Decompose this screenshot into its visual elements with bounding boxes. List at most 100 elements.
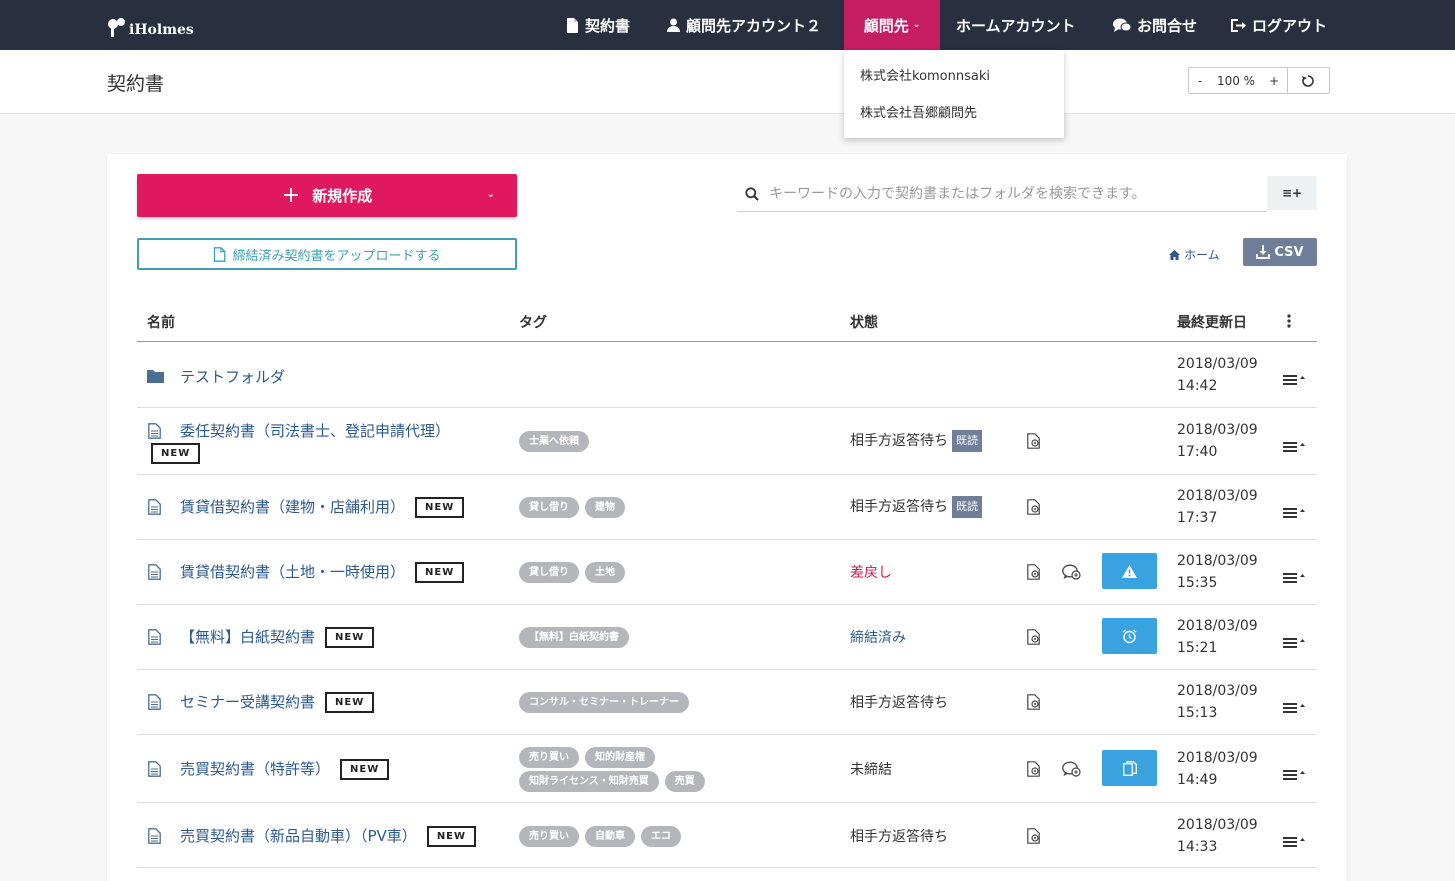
row-menu-icon[interactable]	[1283, 636, 1305, 652]
table-row[interactable]: 売買契約書（新品自動車）（PV車） NEW 売り買い 自動車 エコ 相手方返答待ち 2…	[137, 803, 1317, 868]
nav-home-account[interactable]: ホームアカウント	[956, 0, 1076, 50]
status: 相手方返答待ち	[850, 826, 948, 846]
nav-advisor-account[interactable]: 顧問先アカウント２	[667, 0, 821, 50]
comment-icon[interactable]	[1062, 564, 1081, 584]
breadcrumb-home[interactable]: ホーム	[1169, 246, 1220, 263]
tag[interactable]: コンサル・セミナー・トレーナー	[519, 692, 689, 713]
zoom-level: 100 %	[1216, 73, 1256, 88]
chevron-down-icon: ⌄	[912, 20, 921, 30]
row-menu-icon[interactable]	[1283, 373, 1305, 389]
tag-list: 売り買い 知的財産権 知財ライセンス・知財売買 売買	[519, 747, 819, 792]
row-menu-icon[interactable]	[1283, 701, 1305, 717]
contract-name-link[interactable]: 【無料】白紙契約書	[180, 628, 315, 646]
tag[interactable]: 貸し借り	[519, 497, 579, 518]
more-vertical-icon[interactable]	[1287, 314, 1291, 332]
reminder-button[interactable]	[1102, 618, 1157, 654]
nav-contracts[interactable]: 契約書	[566, 0, 630, 50]
column-status[interactable]: 状態	[850, 312, 878, 332]
nav-logout-label: ログアウト	[1252, 16, 1328, 35]
updated-date-time: 15:13	[1177, 705, 1218, 721]
row-menu-icon[interactable]	[1283, 571, 1305, 587]
updated-date-time: 15:21	[1177, 640, 1218, 656]
tag[interactable]: 貸し借り	[519, 562, 579, 583]
table-row[interactable]: 賃貸借契約書（土地・一時使用） NEW 貸し借り 土地 差戻し 2018/03/09…	[137, 540, 1317, 605]
nav-advisors-label: 顧問先	[863, 16, 909, 35]
zoom-out-button[interactable]: -	[1189, 74, 1211, 88]
tag[interactable]: 売り買い	[519, 826, 579, 847]
contract-name-link[interactable]: 売買契約書（新品自動車）（PV車）	[180, 827, 417, 845]
plus-icon: +	[281, 182, 301, 208]
app-logo[interactable]: iHolmes	[106, 10, 194, 38]
tag[interactable]: 建物	[585, 497, 625, 518]
contract-name-link[interactable]: セミナー受講契約書	[180, 693, 315, 711]
status-text: 差戻し	[850, 565, 892, 581]
new-badge: NEW	[340, 759, 390, 780]
advanced-search-button[interactable]: ≡+	[1267, 176, 1317, 210]
preview-icon[interactable]	[1027, 564, 1041, 584]
contract-name-row: セミナー受講契約書 NEW	[180, 691, 375, 713]
contract-name-link[interactable]: 賃貸借契約書（建物・店舗利用）	[180, 498, 405, 516]
upload-signed-button[interactable]: 締結済み契約書をアップロードする	[137, 238, 517, 270]
tag[interactable]: 自動車	[585, 826, 635, 847]
tag[interactable]: 土地	[585, 562, 625, 583]
zoom-in-button[interactable]: +	[1261, 74, 1287, 88]
row-menu-icon[interactable]	[1283, 506, 1305, 522]
new-badge: NEW	[325, 627, 375, 648]
status-text: 相手方返答待ち	[850, 829, 948, 845]
contract-name-link[interactable]: 売買契約書（特許等）	[180, 760, 330, 778]
tag[interactable]: 【無料】白紙契約書	[519, 627, 629, 648]
new-contract-button[interactable]: + 新規作成 ⌄	[137, 174, 517, 217]
table-row[interactable]: 賃貸借契約書（建物・店舗利用） NEW 貸し借り 建物 相手方返答待ち 既読 2018…	[137, 475, 1317, 540]
tag-list: コンサル・セミナー・トレーナー	[519, 692, 695, 713]
tag[interactable]: 売買	[664, 771, 705, 792]
logo-mark-icon	[108, 18, 125, 37]
contract-name-link[interactable]: 委任契約書（司法書士、登記申請代理）	[180, 420, 450, 441]
updated-date-day: 2018/03/09	[1177, 553, 1258, 569]
preview-icon[interactable]	[1027, 761, 1041, 781]
updated-date-day: 2018/03/09	[1177, 750, 1258, 766]
row-menu-icon[interactable]	[1283, 768, 1305, 784]
table-row[interactable]: 委任契約書（司法書士、登記申請代理） NEW 士業へ依頼 相手方返答待ち 既読 2…	[137, 408, 1317, 475]
folder-icon	[147, 369, 164, 387]
warning-button[interactable]	[1102, 553, 1157, 589]
tag[interactable]: 知財ライセンス・知財売買	[519, 771, 659, 792]
contract-name-row: 賃貸借契約書（土地・一時使用） NEW	[180, 561, 465, 583]
table-row[interactable]: セミナー受講契約書 NEW コンサル・セミナー・トレーナー 相手方返答待ち 201…	[137, 670, 1317, 735]
search-input[interactable]	[767, 185, 1257, 202]
zoom-reset-button[interactable]	[1287, 68, 1327, 93]
row-menu-icon[interactable]	[1283, 440, 1305, 456]
preview-icon[interactable]	[1027, 499, 1041, 519]
preview-icon[interactable]	[1027, 694, 1041, 714]
preview-icon[interactable]	[1027, 433, 1041, 453]
dropdown-item-agou[interactable]: 株式会社吾郷顧問先	[844, 95, 1064, 132]
csv-download-button[interactable]: CSV	[1243, 238, 1317, 266]
tag[interactable]: 売り買い	[519, 747, 579, 768]
copy-icon	[1122, 760, 1137, 776]
read-badge: 既読	[952, 430, 982, 452]
updated-date-day: 2018/03/09	[1177, 488, 1258, 504]
copy-button[interactable]	[1102, 750, 1157, 786]
tag[interactable]: エコ	[641, 826, 681, 847]
new-badge: NEW	[415, 497, 465, 518]
contract-name-row: 【無料】白紙契約書 NEW	[180, 626, 375, 648]
column-tags[interactable]: タグ	[519, 312, 547, 332]
tag-list: 貸し借り 土地	[519, 562, 631, 583]
comment-icon[interactable]	[1062, 761, 1081, 781]
preview-icon[interactable]	[1027, 828, 1041, 848]
tag[interactable]: 知的財産権	[585, 747, 655, 768]
folder-name-link[interactable]: テストフォルダ	[180, 366, 285, 387]
row-menu-icon[interactable]	[1283, 835, 1305, 851]
contract-name-link[interactable]: 賃貸借契約書（土地・一時使用）	[180, 563, 405, 581]
column-updated[interactable]: 最終更新日	[1177, 312, 1247, 332]
table-row[interactable]: 売買契約書（特許等） NEW 売り買い 知的財産権 知財ライセンス・知財売買 売買 未…	[137, 735, 1317, 803]
preview-icon[interactable]	[1027, 629, 1041, 649]
dropdown-item-komonnsaki[interactable]: 株式会社komonnsaki	[844, 58, 1064, 95]
nav-logout[interactable]: ログアウト	[1230, 0, 1327, 50]
table-row[interactable]: テストフォルダ 2018/03/09 14:42	[137, 343, 1317, 408]
nav-advisors-dropdown[interactable]: 顧問先 ⌄	[844, 0, 940, 50]
logout-icon	[1231, 18, 1246, 32]
nav-contact[interactable]: お問合せ	[1113, 0, 1197, 50]
tag[interactable]: 士業へ依頼	[519, 431, 589, 452]
column-name[interactable]: 名前	[147, 312, 175, 332]
table-row[interactable]: 【無料】白紙契約書 NEW 【無料】白紙契約書 締結済み 2018/03/09 1…	[137, 605, 1317, 670]
